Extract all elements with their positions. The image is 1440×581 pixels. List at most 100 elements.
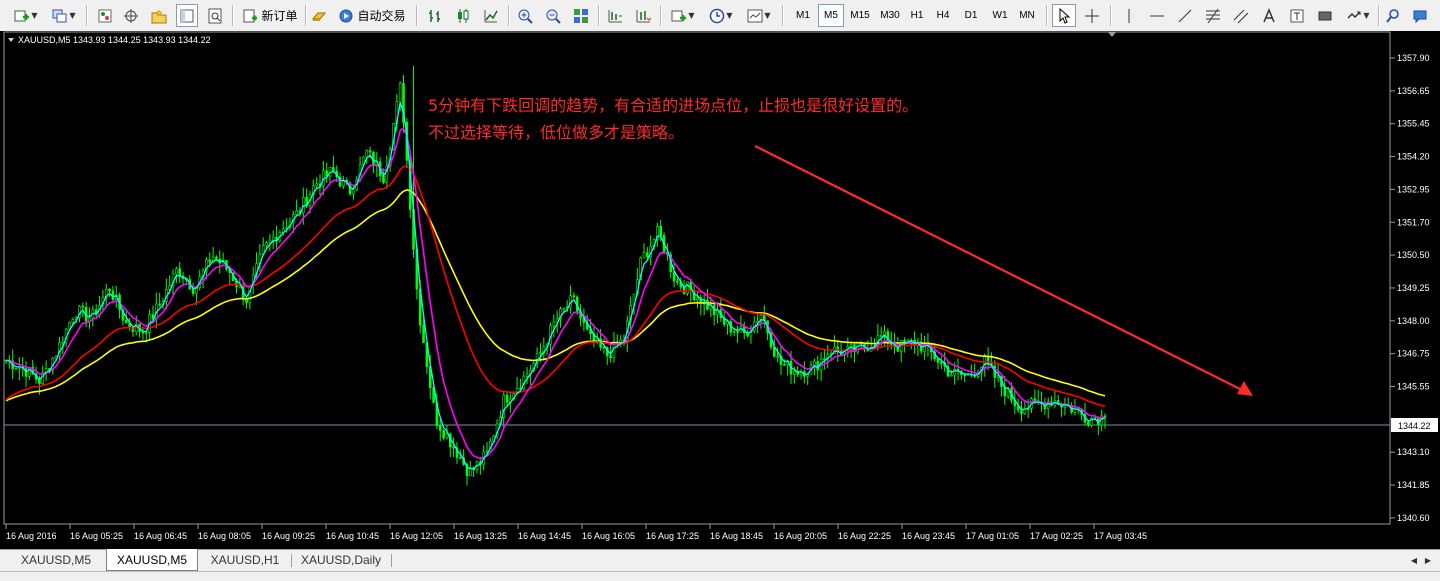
candle-body <box>268 239 272 243</box>
time-tick-label: 16 Aug 18:45 <box>710 531 763 541</box>
time-tick-label: 16 Aug 17:25 <box>646 531 699 541</box>
candle-body <box>452 446 455 449</box>
new-chart-icon <box>14 10 30 21</box>
chart-header-text: XAUUSD,M5 1343.93 1344.25 1343.93 1344.2… <box>18 35 211 45</box>
candle-body <box>572 295 576 298</box>
tab-xauusd-h1[interactable]: XAUUSD,H1 <box>200 550 290 570</box>
metaeditor-button[interactable] <box>308 4 330 27</box>
text-tool-button[interactable] <box>1258 4 1280 27</box>
line-chart-icon <box>484 9 498 22</box>
time-tick-label: 16 Aug 14:45 <box>518 531 571 541</box>
new-chart-button[interactable]: ▼ <box>8 4 44 27</box>
bar-chart-button[interactable] <box>424 4 446 27</box>
annotation-line-2: 不过选择等待，低位做多才是策略。 <box>428 123 684 142</box>
price-tick-label: 1341.85 <box>1397 480 1430 490</box>
channel-tool-button[interactable] <box>1230 4 1252 27</box>
candle-body <box>352 189 355 195</box>
line-chart-button[interactable] <box>480 4 502 27</box>
candle-body <box>736 331 739 333</box>
search-button[interactable] <box>1382 4 1404 27</box>
timeframe-mn-button[interactable]: MN <box>1014 4 1040 27</box>
periods-button[interactable]: ▼ <box>704 4 738 27</box>
search-icon <box>1386 8 1399 23</box>
candle-body <box>696 297 699 301</box>
autoscroll-button[interactable] <box>632 4 654 27</box>
chart-canvas: XAUUSD,M5 1343.93 1344.25 1343.93 1344.2… <box>3 31 1438 541</box>
templates-button[interactable]: ▼ <box>742 4 776 27</box>
candle-body <box>144 332 148 334</box>
candle-body <box>445 433 449 439</box>
price-chart[interactable]: XAUUSD,M5 1343.93 1344.25 1343.93 1344.2… <box>0 31 1440 549</box>
chevron-down-icon: ▼ <box>688 11 695 20</box>
tab-xauusd-m5[interactable]: XAUUSD,M5 <box>6 550 106 570</box>
timeframe-w1-button[interactable]: W1 <box>988 4 1012 27</box>
timeframe-m5-button[interactable]: M5 <box>818 4 844 27</box>
cursor-icon <box>1059 7 1071 24</box>
strategy-tester-button[interactable] <box>204 4 226 27</box>
channel-icon <box>1233 9 1249 23</box>
candle-body <box>315 183 318 187</box>
candle-body <box>602 346 606 349</box>
chevron-left-icon: ◀ <box>1410 555 1418 565</box>
time-tick-label: 16 Aug 2016 <box>6 531 57 541</box>
horizontal-line-icon <box>1150 15 1164 16</box>
candle-body <box>271 236 275 241</box>
annotation-arrow-line <box>754 145 1245 392</box>
text-label-tool-button[interactable] <box>1286 4 1308 27</box>
rectangle-tool-button[interactable] <box>1314 4 1336 27</box>
autotrading-icon <box>339 9 353 22</box>
tab-scroll-right-button[interactable]: ▶ <box>1422 550 1434 570</box>
trendline-tool-button[interactable] <box>1174 4 1196 27</box>
chart-tabs: XAUUSD,M5 XAUUSD,M5 XAUUSD,H1 XAUUSD,Dai… <box>0 549 1440 572</box>
tab-scroll-left-button[interactable]: ◀ <box>1408 550 1420 570</box>
annotation-line-1: 5分钟有下跌回调的趋势，有合适的进场点位，止损也是很好设置的。 <box>428 96 918 115</box>
candle-body <box>442 430 445 439</box>
rectangle-icon <box>1318 11 1332 20</box>
zoom-out-button[interactable] <box>542 4 564 27</box>
trendline-icon <box>1178 9 1192 22</box>
crosshair-tool-button[interactable] <box>1080 4 1104 27</box>
chevron-down-icon: ▼ <box>31 11 38 20</box>
candle-body <box>265 242 268 246</box>
favorites-button[interactable] <box>148 4 170 27</box>
indicators-button[interactable]: ▼ <box>666 4 700 27</box>
data-window-button[interactable] <box>176 4 198 27</box>
price-tick-label: 1350.50 <box>1397 250 1430 260</box>
community-button[interactable] <box>1408 4 1432 27</box>
timeframe-m15-button[interactable]: M15 <box>846 4 874 27</box>
chart-shift-button[interactable] <box>604 4 626 27</box>
shift-marker <box>1108 32 1116 37</box>
horizontal-line-tool-button[interactable] <box>1146 4 1168 27</box>
time-tick-label: 16 Aug 12:05 <box>390 531 443 541</box>
text-a-icon <box>1263 7 1275 22</box>
candle-body <box>963 374 967 376</box>
timeframe-m30-button[interactable]: M30 <box>876 4 904 27</box>
timeframe-d1-button[interactable]: D1 <box>960 4 982 27</box>
market-watch-button[interactable] <box>94 4 116 27</box>
navigator-icon <box>124 8 138 23</box>
candle-body <box>642 252 646 259</box>
cursor-tool-button[interactable] <box>1052 4 1076 27</box>
crosshair-button[interactable] <box>120 4 142 27</box>
fibonacci-tool-button[interactable] <box>1202 4 1224 27</box>
tab-xauusd-daily[interactable]: XAUUSD,Daily <box>292 550 390 570</box>
autotrading-button[interactable]: 自动交易 <box>334 4 410 27</box>
vertical-line-tool-button[interactable] <box>1118 4 1140 27</box>
zoom-in-button[interactable] <box>514 4 536 27</box>
arrows-tool-button[interactable]: ▼ <box>1342 4 1374 27</box>
tab-xauusd-m5-active[interactable]: XAUUSD,M5 <box>106 549 198 571</box>
candle-body <box>382 175 385 183</box>
time-tick-label: 16 Aug 08:05 <box>198 531 251 541</box>
price-tick-label: 1352.95 <box>1397 184 1430 194</box>
candle-body <box>609 355 612 359</box>
price-tick-label: 1349.25 <box>1397 283 1430 293</box>
candle-body <box>108 289 111 292</box>
profiles-button[interactable]: ▼ <box>48 4 80 27</box>
new-order-button[interactable]: 新订单 <box>238 4 302 27</box>
chevron-right-icon: ▶ <box>1424 555 1432 565</box>
timeframe-m1-button[interactable]: M1 <box>790 4 816 27</box>
tile-windows-button[interactable] <box>570 4 592 27</box>
timeframe-h1-button[interactable]: H1 <box>906 4 928 27</box>
timeframe-h4-button[interactable]: H4 <box>932 4 954 27</box>
candlestick-button[interactable] <box>452 4 474 27</box>
